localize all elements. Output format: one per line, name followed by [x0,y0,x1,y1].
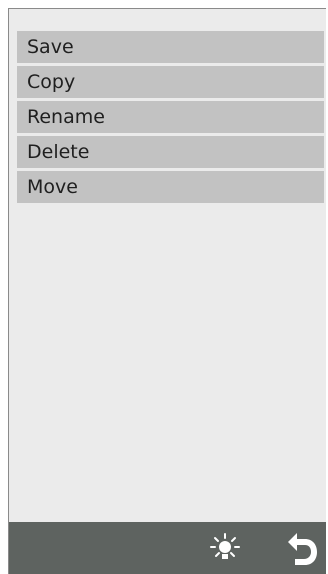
menu-item-move[interactable]: Move [17,171,324,203]
screen: Save Copy Rename Delete Move [8,8,326,574]
light-button[interactable] [209,532,241,564]
context-menu: Save Copy Rename Delete Move [17,31,324,206]
menu-item-save[interactable]: Save [17,31,324,63]
light-icon [210,533,240,559]
back-icon [288,533,317,565]
menu-item-rename[interactable]: Rename [17,101,324,133]
menu-item-delete[interactable]: Delete [17,136,324,168]
menu-item-copy[interactable]: Copy [17,66,324,98]
bottom-toolbar [9,522,326,574]
back-button[interactable] [283,529,323,569]
